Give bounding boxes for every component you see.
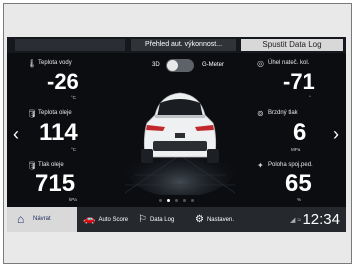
next-page-arrow[interactable]: › — [333, 125, 339, 143]
nav-settings[interactable]: ⚙ Nastaven. — [195, 207, 234, 232]
gauge-value: -71 — [283, 69, 315, 94]
signal-icon: ◢ ≈ — [290, 217, 302, 224]
intake-temp-icon: ◎ — [257, 59, 264, 68]
gauge-label: Brzdný tlak — [268, 110, 298, 116]
view-toggle[interactable]: 3D G-Meter — [152, 57, 232, 75]
home-icon: ⌂ — [17, 212, 25, 226]
gauge-oil-temp: 🛢 Teplota oleje 114 °C — [27, 107, 117, 153]
performance-monitor-screen: Přehled aut. výkonnost... Spustit Data L… — [7, 37, 346, 232]
page-dot[interactable] — [183, 199, 186, 202]
gauge-unit: °C — [71, 147, 77, 152]
gauge-label: Teplota oleje — [38, 110, 72, 116]
gauge-unit: % — [297, 197, 302, 202]
home-button[interactable]: ⌂ Návrat — [7, 207, 77, 232]
gauge-value: 65 — [285, 170, 312, 197]
gauge-throttle: ✦ Poloha spoj.ped. 65 % — [257, 159, 346, 204]
clock: 12:34 — [302, 211, 340, 228]
car-rear-view-icon — [124, 92, 236, 197]
data-log-icon: ⚐ — [138, 214, 147, 225]
page-dot-active[interactable] — [167, 199, 170, 202]
gauge-label: Poloha spoj.ped. — [268, 162, 313, 168]
gauge-value: 114 — [39, 119, 78, 146]
toggle-3d-label: 3D — [152, 62, 160, 68]
page-dot[interactable] — [159, 199, 162, 202]
oil-pressure-icon: 🛢 — [27, 161, 38, 170]
page-dot[interactable] — [191, 199, 194, 202]
gauge-unit: kPa — [69, 197, 77, 202]
gauge-unit: ° — [309, 95, 311, 100]
nav-label: Auto Score — [98, 217, 129, 224]
gauge-slip-angle: ◎ Úhel nateč. kol. -71 ° — [257, 57, 346, 102]
gear-icon: ⚙ — [195, 214, 204, 225]
bottom-nav-bar: ⌂ Návrat 🚗 Auto Score ⚐ Data Log ⚙ Nastaven… — [7, 207, 346, 232]
start-data-log-button[interactable]: Spustit Data Log — [241, 39, 343, 51]
gauge-label: Teplota vody — [38, 60, 72, 66]
nav-data-log[interactable]: ⚐ Data Log — [138, 207, 174, 232]
top-tab-bar: Přehled aut. výkonnost... Spustit Data L… — [7, 37, 346, 53]
gauge-label: Tlak oleje — [38, 162, 64, 168]
gauge-oil-pressure: 🛢 Tlak oleje 715 kPa — [27, 159, 117, 204]
oil-temp-icon: 🛢 — [27, 109, 38, 118]
gauge-label: Úhel nateč. kol. — [268, 60, 310, 66]
nav-auto-score[interactable]: 🚗 Auto Score — [83, 207, 128, 232]
gauge-unit: MPa — [291, 147, 301, 152]
gauge-water-temp: 🌡 Teplota vody -26 °C — [27, 57, 117, 102]
nav-label: Data Log — [149, 217, 175, 224]
coolant-temp-icon: 🌡 — [27, 59, 38, 68]
gauge-value: 715 — [35, 170, 76, 197]
page-indicator — [157, 198, 197, 204]
brake-icon: ⊚ — [257, 109, 264, 118]
toggle-switch[interactable] — [166, 59, 194, 72]
gauge-value: 6 — [293, 119, 307, 146]
gauge-value: -26 — [47, 69, 79, 94]
tab-disabled — [15, 39, 125, 51]
toggle-gmeter-label: G-Meter — [202, 62, 225, 68]
throttle-icon: ✦ — [257, 161, 264, 170]
car-illustration — [124, 75, 236, 197]
home-label: Návrat — [33, 216, 51, 222]
nav-label: Nastaven. — [206, 217, 234, 224]
page-dot[interactable] — [175, 199, 178, 202]
tab-performance-overview[interactable]: Přehled aut. výkonnost... — [131, 39, 236, 51]
toggle-knob — [167, 60, 178, 71]
car-icon: 🚗 — [83, 214, 96, 225]
prev-page-arrow[interactable]: ‹ — [13, 125, 19, 143]
gauge-unit: °C — [71, 95, 77, 100]
